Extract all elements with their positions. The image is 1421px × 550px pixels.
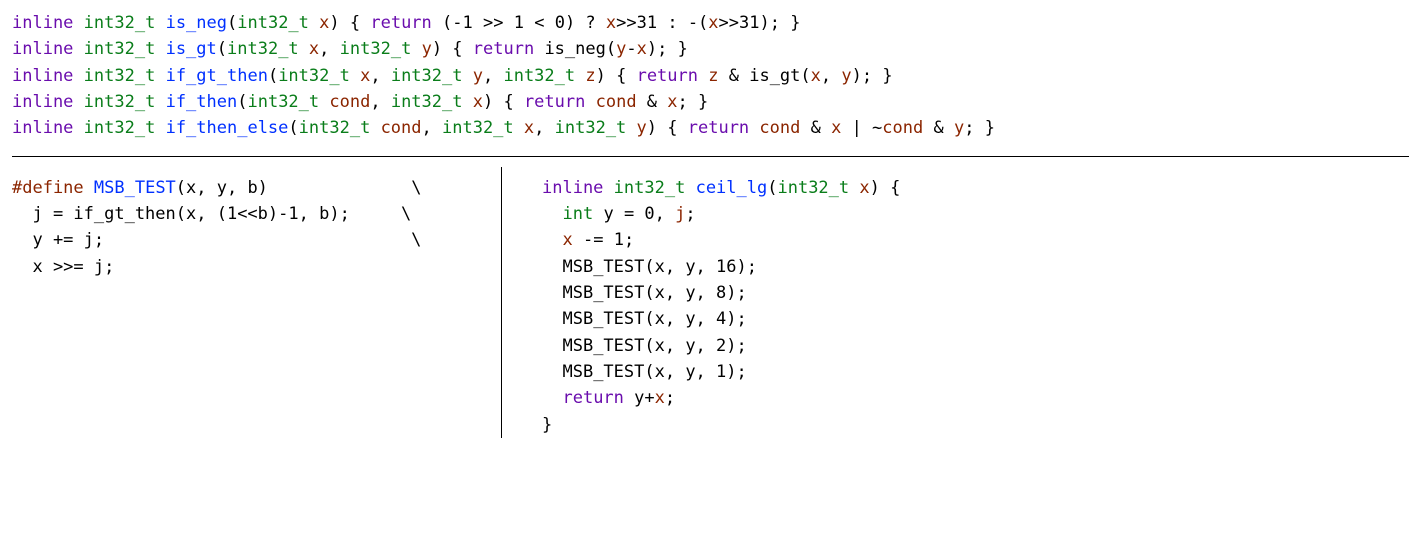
macro-line-3: y += j; \	[12, 227, 489, 253]
columns: #define MSB_TEST(x, y, b) \ j = if_gt_th…	[12, 167, 1409, 438]
ceil-lg-decl: int y = 0, j;	[542, 201, 1409, 227]
macro-line-1: #define MSB_TEST(x, y, b) \	[12, 175, 489, 201]
fn-is-gt: is_gt	[166, 39, 217, 59]
ceil-lg-call-1: MSB_TEST(x, y, 8);	[542, 280, 1409, 306]
code-line-if-gt-then: inline int32_t if_gt_then(int32_t x, int…	[12, 63, 1409, 89]
macro-line-4: x >>= j;	[12, 254, 489, 280]
pp-define: #define	[12, 178, 84, 198]
ceil-lg-sig: inline int32_t ceil_lg(int32_t x) {	[542, 175, 1409, 201]
type-int32: int32_t	[84, 13, 156, 33]
left-column: #define MSB_TEST(x, y, b) \ j = if_gt_th…	[12, 167, 502, 438]
right-column: inline int32_t ceil_lg(int32_t x) { int …	[502, 167, 1409, 438]
macro-line-2: j = if_gt_then(x, (1<<b)-1, b); \	[12, 201, 489, 227]
ceil-lg-call-3: MSB_TEST(x, y, 2);	[542, 333, 1409, 359]
kw-inline: inline	[12, 13, 73, 33]
ceil-lg-close: }	[542, 412, 1409, 438]
top-code-block: inline int32_t is_neg(int32_t x) { retur…	[12, 10, 1409, 150]
code-line-if-then: inline int32_t if_then(int32_t cond, int…	[12, 89, 1409, 115]
ceil-lg-call-4: MSB_TEST(x, y, 1);	[542, 359, 1409, 385]
fn-if-gt-then: if_gt_then	[166, 66, 268, 86]
ceil-lg-call-2: MSB_TEST(x, y, 4);	[542, 306, 1409, 332]
code-line-is-neg: inline int32_t is_neg(int32_t x) { retur…	[12, 10, 1409, 36]
fn-if-then-else: if_then_else	[166, 118, 289, 138]
code-line-is-gt: inline int32_t is_gt(int32_t x, int32_t …	[12, 36, 1409, 62]
ceil-lg-call-0: MSB_TEST(x, y, 16);	[542, 254, 1409, 280]
horizontal-rule	[12, 156, 1409, 157]
macro-msb-test: MSB_TEST	[94, 178, 176, 198]
fn-is-neg: is_neg	[166, 13, 227, 33]
fn-if-then: if_then	[166, 92, 238, 112]
ceil-lg-xdec: x -= 1;	[542, 227, 1409, 253]
code-line-if-then-else: inline int32_t if_then_else(int32_t cond…	[12, 115, 1409, 141]
ceil-lg-return: return y+x;	[542, 385, 1409, 411]
fn-ceil-lg: ceil_lg	[696, 178, 768, 198]
